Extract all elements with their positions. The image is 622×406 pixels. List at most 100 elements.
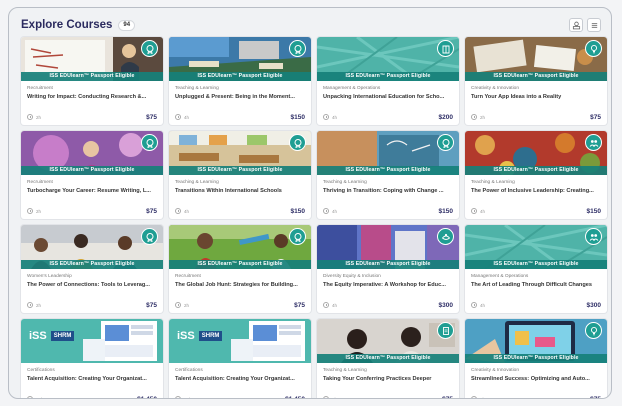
course-duration: 4h <box>480 208 486 214</box>
course-card[interactable]: ISS EDUlearn™ Passport Eligible Creativit… <box>465 37 607 125</box>
grid-view-button[interactable] <box>569 18 583 32</box>
course-card[interactable]: ISS EDUlearn™ Passport Eligible Managemen… <box>317 37 459 125</box>
course-title[interactable]: Taking Your Conferring Practices Deeper <box>323 375 454 384</box>
course-price: $75 <box>146 207 157 215</box>
course-price: $1,450 <box>285 395 305 399</box>
seal-icon <box>442 138 449 148</box>
course-title[interactable]: The Equity Imperative: A Workshop for Ed… <box>323 281 454 290</box>
course-category: Teaching & Learning <box>471 180 515 185</box>
explore-courses-panel: Explore Courses 94 ISS EDUlearn™ Passpor… <box>8 7 612 399</box>
course-badge <box>437 228 454 245</box>
course-title[interactable]: Turn Your App Ideas into a Reality <box>471 93 602 102</box>
course-title[interactable]: Writing for Impact: Conducting Research … <box>27 93 158 102</box>
course-price: $75 <box>442 395 453 399</box>
grid-view-icon <box>572 21 580 29</box>
course-thumbnail: ISS EDUlearn™ Passport Eligible <box>465 225 607 269</box>
course-thumbnail: iSS SHRM <box>21 319 163 363</box>
course-image <box>169 319 311 363</box>
course-title[interactable]: Transitions Within International Schools <box>175 187 306 196</box>
course-badge <box>289 40 306 57</box>
clock-icon <box>27 396 33 398</box>
clock-icon <box>27 114 33 120</box>
course-title[interactable]: Thriving in Transition: Coping with Chan… <box>323 187 454 196</box>
course-title[interactable]: Turbocharge Your Career: Resume Writing,… <box>27 187 158 196</box>
course-category: Creativity & Innovation <box>471 368 519 373</box>
course-duration: 4h <box>332 114 338 120</box>
course-price: $75 <box>590 113 601 121</box>
course-duration: 12h <box>36 396 44 399</box>
course-category: Management & Operations <box>471 274 529 279</box>
course-badge <box>437 322 454 339</box>
course-card[interactable]: ISS EDUlearn™ Passport Eligible Women's L… <box>21 225 163 313</box>
course-thumbnail: ISS EDUlearn™ Passport Eligible <box>465 131 607 175</box>
course-title[interactable]: The Art of Leading Through Difficult Cha… <box>471 281 602 290</box>
passport-eligible-banner: ISS EDUlearn™ Passport Eligible <box>317 354 459 363</box>
people-icon <box>589 139 598 147</box>
course-duration: 2h <box>36 208 42 214</box>
course-card[interactable]: ISS EDUlearn™ Passport Eligible Teaching … <box>317 131 459 219</box>
passport-eligible-banner: ISS EDUlearn™ Passport Eligible <box>465 72 607 81</box>
seal-icon <box>294 138 301 148</box>
course-title[interactable]: Unpacking International Education for Sc… <box>323 93 454 102</box>
course-category: Recruitment <box>175 274 201 279</box>
course-price: $150 <box>290 113 305 121</box>
course-price: $1,450 <box>137 395 157 399</box>
course-card[interactable]: ISS EDUlearn™ Passport Eligible Diversity… <box>317 225 459 313</box>
clock-icon <box>471 302 477 308</box>
course-thumbnail: ISS EDUlearn™ Passport Eligible <box>21 225 163 269</box>
course-title[interactable]: Unplugged & Present: Being in the Moment… <box>175 93 306 102</box>
course-title[interactable]: The Global Job Hunt: Strategies for Buil… <box>175 281 306 290</box>
book-icon <box>442 45 449 53</box>
seal-icon <box>146 232 153 242</box>
course-category: Teaching & Learning <box>175 86 219 91</box>
course-duration: 4h <box>480 302 486 308</box>
clock-icon <box>471 208 477 214</box>
course-thumbnail: ISS EDUlearn™ Passport Eligible <box>169 225 311 269</box>
clock-icon <box>471 114 477 120</box>
clock-icon <box>323 396 329 398</box>
course-duration: 2h <box>36 302 42 308</box>
course-thumbnail: ISS EDUlearn™ Passport Eligible <box>21 131 163 175</box>
course-card[interactable]: iSS SHRM Certifications Talent Acquisition:… <box>169 319 311 399</box>
course-title[interactable]: The Power of Connections: Tools to Lever… <box>27 281 158 290</box>
course-badge <box>437 134 454 151</box>
course-category: Recruitment <box>27 180 53 185</box>
course-card[interactable]: ISS EDUlearn™ Passport Eligible Creativit… <box>465 319 607 399</box>
course-card[interactable]: ISS EDUlearn™ Passport Eligible Recruitme… <box>169 225 311 313</box>
course-thumbnail: ISS EDUlearn™ Passport Eligible <box>317 131 459 175</box>
clock-icon <box>27 302 33 308</box>
course-thumbnail: ISS EDUlearn™ Passport Eligible <box>21 37 163 81</box>
course-card[interactable]: ISS EDUlearn™ Passport Eligible Teaching … <box>317 319 459 399</box>
course-price: $150 <box>586 207 601 215</box>
course-card[interactable]: ISS EDUlearn™ Passport Eligible Teaching … <box>465 131 607 219</box>
clock-icon <box>175 396 181 398</box>
course-card[interactable]: ISS EDUlearn™ Passport Eligible Recruitme… <box>21 37 163 125</box>
course-badge <box>585 40 602 57</box>
clock-icon <box>323 302 329 308</box>
course-category: Certifications <box>175 368 203 373</box>
course-duration: 4h <box>332 396 338 399</box>
course-title[interactable]: Talent Acquisition: Creating Your Organi… <box>175 375 306 384</box>
course-card[interactable]: iSS SHRM Certifications Talent Acquisition:… <box>21 319 163 399</box>
clock-icon <box>323 114 329 120</box>
course-card[interactable]: ISS EDUlearn™ Passport Eligible Teaching … <box>169 131 311 219</box>
course-card[interactable]: ISS EDUlearn™ Passport Eligible Recruitme… <box>21 131 163 219</box>
passport-eligible-banner: ISS EDUlearn™ Passport Eligible <box>465 354 607 363</box>
course-card[interactable]: ISS EDUlearn™ Passport Eligible Teaching … <box>169 37 311 125</box>
course-category: Teaching & Learning <box>175 180 219 185</box>
course-title[interactable]: Streamlined Success: Optimizing and Auto… <box>471 375 602 384</box>
course-badge <box>585 322 602 339</box>
list-view-button[interactable] <box>587 18 601 32</box>
course-thumbnail: ISS EDUlearn™ Passport Eligible <box>465 37 607 81</box>
course-badge <box>437 40 454 57</box>
course-title[interactable]: Talent Acquisition: Creating Your Organi… <box>27 375 158 384</box>
course-title[interactable]: The Power of Inclusive Leadership: Creat… <box>471 187 602 196</box>
course-card[interactable]: ISS EDUlearn™ Passport Eligible Managemen… <box>465 225 607 313</box>
course-duration: 2h <box>184 302 190 308</box>
course-duration: 12h <box>184 396 192 399</box>
doc-icon <box>442 326 449 335</box>
course-price: $75 <box>146 301 157 309</box>
course-price: $75 <box>590 395 601 399</box>
course-category: Teaching & Learning <box>323 368 367 373</box>
course-duration: 4h <box>184 114 190 120</box>
